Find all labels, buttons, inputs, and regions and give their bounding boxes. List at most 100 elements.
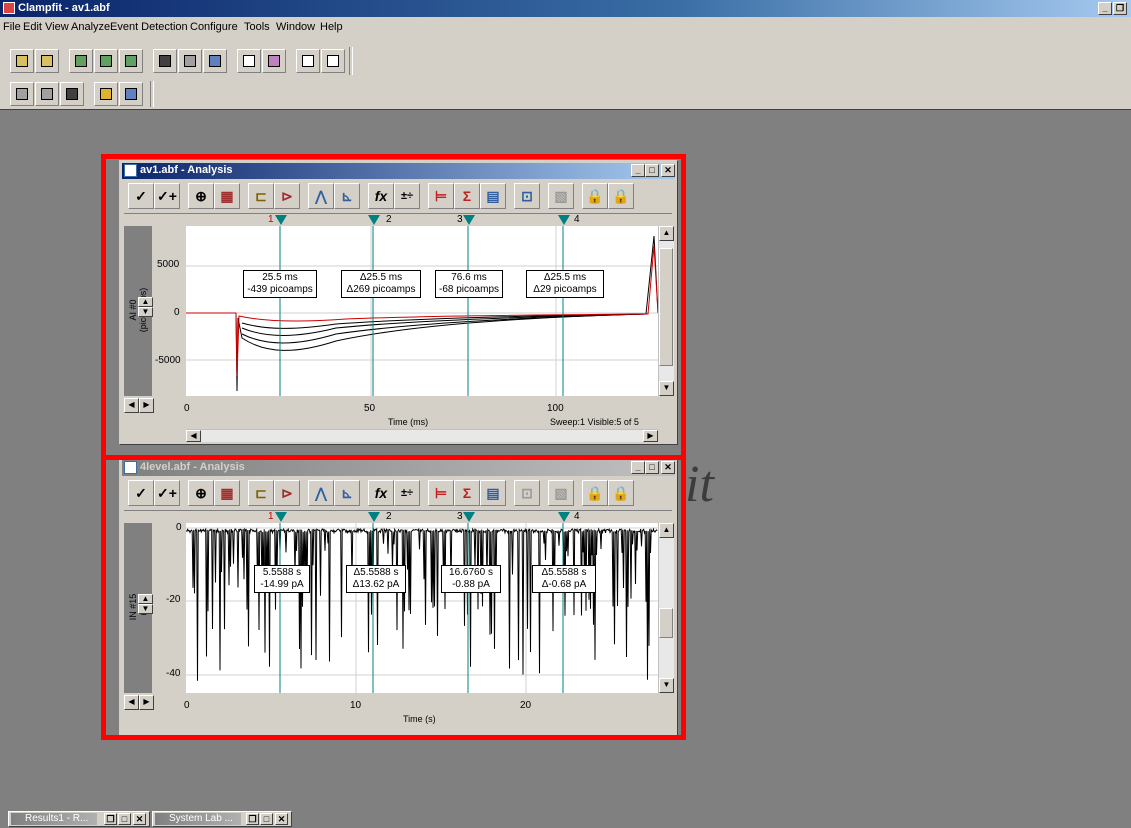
cursor-2-marker[interactable]: [368, 215, 380, 225]
cursor-4-marker[interactable]: [558, 512, 570, 522]
statistics-icon[interactable]: ⊨: [428, 480, 454, 506]
x-scale-right-icon[interactable]: ▶: [139, 398, 154, 413]
minimized-results-window[interactable]: Results1 - R... ❐ □ ✕: [8, 811, 150, 827]
y-scale-down-icon[interactable]: ▼: [138, 307, 153, 317]
save-icon[interactable]: [153, 49, 177, 73]
table-icon[interactable]: ▤: [480, 183, 506, 209]
cursor-icon[interactable]: ⊏: [248, 480, 274, 506]
tile-horizontal-icon[interactable]: [321, 49, 345, 73]
scroll-thumb[interactable]: [659, 608, 673, 638]
disabled-tool-icon[interactable]: ▧: [548, 480, 574, 506]
open-other-icon[interactable]: [35, 49, 59, 73]
cursor-2-marker[interactable]: [368, 512, 380, 522]
menu-configure[interactable]: Configure: [190, 21, 238, 33]
layout-icon[interactable]: [119, 82, 143, 106]
analysis-window-title-bar[interactable]: av1.abf - Analysis _ □ ✕: [122, 163, 675, 179]
window-list-icon[interactable]: [10, 82, 34, 106]
analysis-icon[interactable]: [94, 82, 118, 106]
x-scale-left-icon[interactable]: ◀: [124, 398, 139, 413]
scroll-down-icon[interactable]: ▼: [659, 381, 674, 396]
scroll-up-icon[interactable]: ▲: [659, 523, 674, 538]
scroll-left-icon[interactable]: ◀: [186, 430, 201, 442]
menu-edit[interactable]: Edit: [23, 21, 42, 33]
zoom-icon[interactable]: ⊕: [188, 183, 214, 209]
restore-icon[interactable]: ❐: [1113, 2, 1127, 15]
x-scale-right-icon[interactable]: ▶: [139, 695, 154, 710]
restore-icon[interactable]: ❐: [246, 813, 259, 825]
window-list2-icon[interactable]: [35, 82, 59, 106]
zoom-region-icon[interactable]: ▦: [214, 480, 240, 506]
menu-view[interactable]: View: [45, 21, 69, 33]
report-icon[interactable]: [262, 49, 286, 73]
vertical-scrollbar[interactable]: ▲ ▼: [658, 523, 674, 693]
maximize-icon[interactable]: □: [260, 813, 273, 825]
print-icon[interactable]: [178, 49, 202, 73]
fx-icon[interactable]: fx: [368, 480, 394, 506]
clipboard-icon[interactable]: [237, 49, 261, 73]
lock-12-icon[interactable]: 🔒: [582, 480, 608, 506]
analysis-window-4level[interactable]: 4level.abf - Analysis _ □ ✕ ✓ ✓+ ⊕ ▦ ⊏ ⊳…: [119, 457, 678, 737]
baseline-icon[interactable]: ⊾: [334, 183, 360, 209]
menu-tools[interactable]: Tools: [244, 21, 270, 33]
check-plus-icon[interactable]: ✓+: [154, 480, 180, 506]
lock-12-icon[interactable]: 🔒: [582, 183, 608, 209]
lock-34-icon[interactable]: 🔒: [608, 480, 634, 506]
menu-analyze[interactable]: Analyze: [71, 21, 110, 33]
open-data-icon[interactable]: [10, 49, 34, 73]
disabled-tool-icon[interactable]: ▧: [548, 183, 574, 209]
horizontal-scrollbar[interactable]: ◀ ▶: [186, 429, 658, 442]
scale-icon[interactable]: ⊡: [514, 183, 540, 209]
cursor-icon[interactable]: ⊏: [248, 183, 274, 209]
minimized-system-lab-window[interactable]: System Lab ... ❐ □ ✕: [152, 811, 292, 827]
minimize-icon[interactable]: _: [1098, 2, 1112, 15]
baseline-icon[interactable]: ⊾: [334, 480, 360, 506]
check-icon[interactable]: ✓: [128, 480, 154, 506]
scale-icon[interactable]: ⊡: [514, 480, 540, 506]
cursor-3-marker[interactable]: [463, 215, 475, 225]
arithmetic-icon[interactable]: ±÷: [394, 183, 420, 209]
tile-vertical-icon[interactable]: [296, 49, 320, 73]
minimize-icon[interactable]: _: [631, 461, 645, 474]
check-plus-icon[interactable]: ✓+: [154, 183, 180, 209]
cursor-1-marker[interactable]: [275, 512, 287, 522]
menu-window[interactable]: Window: [276, 21, 315, 33]
y-scale-up-icon[interactable]: ▲: [138, 297, 153, 307]
print-preview-icon[interactable]: [203, 49, 227, 73]
histogram-icon[interactable]: ⋀: [308, 480, 334, 506]
menu-event-detection[interactable]: Event Detection: [110, 21, 188, 33]
close-icon[interactable]: ✕: [275, 813, 288, 825]
y-scale-up-icon[interactable]: ▲: [138, 594, 153, 604]
restore-icon[interactable]: ❐: [104, 813, 117, 825]
copy-icon[interactable]: [119, 49, 143, 73]
maximize-icon[interactable]: □: [118, 813, 131, 825]
fit-icon[interactable]: ⊳: [274, 183, 300, 209]
arithmetic-icon[interactable]: ±÷: [394, 480, 420, 506]
fx-icon[interactable]: fx: [368, 183, 394, 209]
scroll-up-icon[interactable]: ▲: [659, 226, 674, 241]
fit-icon[interactable]: ⊳: [274, 480, 300, 506]
minimize-icon[interactable]: _: [631, 164, 645, 177]
plot-area[interactable]: 5.5588 s -14.99 pA Δ5.5588 s Δ13.62 pA 16.…: [186, 523, 658, 693]
analysis-window-av1[interactable]: av1.abf - Analysis _ □ ✕ ✓ ✓+ ⊕ ▦ ⊏ ⊳ ⋀ …: [119, 160, 678, 445]
vertical-scrollbar[interactable]: ▲ ▼: [658, 226, 674, 396]
maximize-icon[interactable]: □: [645, 461, 659, 474]
maximize-icon[interactable]: □: [645, 164, 659, 177]
close-icon[interactable]: ✕: [661, 164, 675, 177]
lock-34-icon[interactable]: 🔒: [608, 183, 634, 209]
export-icon[interactable]: [94, 49, 118, 73]
zoom-icon[interactable]: ⊕: [188, 480, 214, 506]
import-icon[interactable]: [69, 49, 93, 73]
scroll-right-icon[interactable]: ▶: [643, 430, 658, 442]
sigma-icon[interactable]: Σ: [454, 480, 480, 506]
menu-help[interactable]: Help: [320, 21, 343, 33]
analysis-window-title-bar[interactable]: 4level.abf - Analysis _ □ ✕: [122, 460, 675, 476]
sigma-icon[interactable]: Σ: [454, 183, 480, 209]
menu-file[interactable]: File: [3, 21, 21, 33]
cursor-3-marker[interactable]: [463, 512, 475, 522]
table-icon[interactable]: ▤: [480, 480, 506, 506]
cursor-4-marker[interactable]: [558, 215, 570, 225]
x-scale-left-icon[interactable]: ◀: [124, 695, 139, 710]
results-icon[interactable]: [60, 82, 84, 106]
scroll-thumb[interactable]: [659, 248, 673, 366]
statistics-icon[interactable]: ⊨: [428, 183, 454, 209]
